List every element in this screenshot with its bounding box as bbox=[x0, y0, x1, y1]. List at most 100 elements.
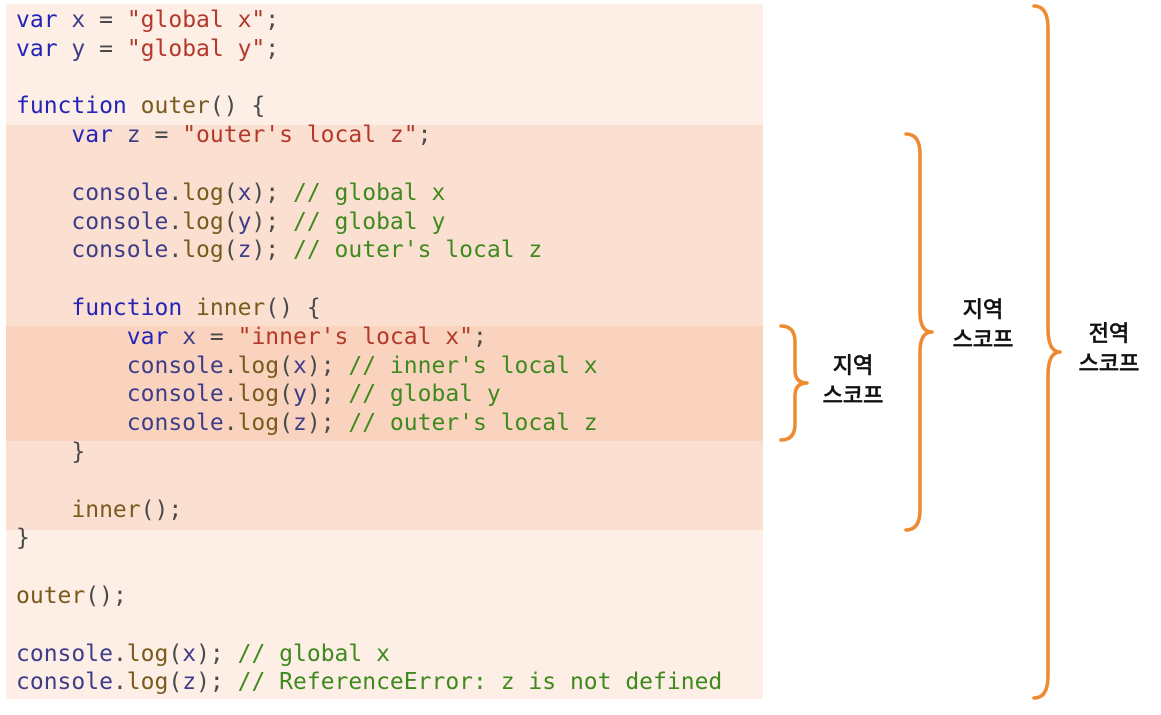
outer-scope-label: 지역 스코프 bbox=[933, 296, 1033, 356]
code-token: . bbox=[168, 179, 183, 206]
code-token: console bbox=[71, 208, 169, 235]
code-token: ( bbox=[279, 381, 293, 408]
code-token: inner bbox=[71, 496, 141, 523]
code-token: log bbox=[182, 237, 224, 264]
code-token: ); bbox=[251, 179, 293, 206]
code-line: console.log(z); // outer's local z bbox=[16, 409, 722, 438]
code-token: . bbox=[112, 640, 127, 667]
code-line: console.log(z); // outer's local z bbox=[16, 236, 722, 265]
code-token: ( bbox=[168, 669, 183, 696]
code-token: ; bbox=[265, 35, 280, 62]
code-token: inner bbox=[196, 294, 266, 321]
code-token: // global x bbox=[237, 640, 390, 667]
code-token: // global x bbox=[293, 179, 446, 206]
code-token: console bbox=[126, 381, 224, 408]
code-token: log bbox=[237, 410, 280, 437]
code-token: ( bbox=[223, 237, 238, 264]
code-line: var x = "global x"; bbox=[16, 6, 722, 35]
code-token: ); bbox=[251, 237, 293, 264]
code-token: = bbox=[85, 7, 127, 33]
code-token: } bbox=[16, 525, 30, 552]
code-token: z bbox=[237, 237, 252, 264]
code-line: inner(); bbox=[16, 496, 722, 525]
code-token: ; bbox=[417, 122, 432, 149]
code-token: z bbox=[182, 669, 197, 696]
code-token: . bbox=[223, 410, 238, 437]
code-token: log bbox=[237, 352, 280, 379]
inner-scope-label-line1: 지역 bbox=[832, 354, 874, 379]
code-token: x bbox=[182, 323, 197, 350]
code-token: () { bbox=[209, 93, 266, 120]
code-token: outer bbox=[140, 93, 210, 120]
code-token: . bbox=[223, 352, 238, 379]
code-token: "outer's local z" bbox=[182, 122, 418, 149]
code-token: = bbox=[196, 323, 238, 350]
code-token: console bbox=[71, 179, 169, 206]
code-token: "inner's local x" bbox=[237, 323, 473, 350]
code-token: . bbox=[168, 208, 183, 235]
code-token: z bbox=[292, 410, 307, 437]
code-line: console.log(y); // global y bbox=[16, 208, 722, 237]
code-token: log bbox=[126, 669, 169, 696]
code-token: ); bbox=[196, 669, 238, 696]
code-token: // ReferenceError: z is not defined bbox=[237, 669, 723, 696]
code-token: ); bbox=[251, 208, 293, 235]
code-token: ); bbox=[306, 381, 349, 408]
code-token: . bbox=[112, 669, 127, 696]
code-token: x bbox=[71, 7, 86, 33]
inner-scope-label-line2: 스코프 bbox=[822, 384, 884, 409]
code-token: console bbox=[71, 237, 169, 264]
code-token: log bbox=[237, 381, 280, 408]
code-token: log bbox=[126, 640, 169, 667]
code-line: } bbox=[16, 438, 722, 467]
code-token: y bbox=[71, 35, 86, 62]
code-token: "global y" bbox=[126, 35, 266, 62]
code-token: var bbox=[71, 122, 113, 149]
code-token: = bbox=[140, 122, 183, 149]
code-line: function outer() { bbox=[16, 92, 722, 121]
code-token: y bbox=[292, 381, 307, 408]
code-token: ); bbox=[306, 410, 349, 437]
code-token: z bbox=[126, 122, 141, 149]
code-line: } bbox=[16, 524, 722, 553]
code-token: x bbox=[182, 640, 197, 667]
code-token: ( bbox=[223, 179, 238, 206]
code-token: log bbox=[182, 208, 224, 235]
code-token: (); bbox=[85, 582, 127, 609]
code-token: var bbox=[16, 7, 58, 33]
code-token: outer bbox=[16, 582, 86, 609]
code-token: . bbox=[168, 237, 183, 264]
code-token: console bbox=[16, 640, 113, 667]
code-line: console.log(y); // global y bbox=[16, 380, 722, 409]
code-line: var y = "global y"; bbox=[16, 35, 722, 64]
code-line: var z = "outer's local z"; bbox=[16, 121, 722, 150]
code-token: // outer's local z bbox=[293, 237, 543, 264]
code-token: ; bbox=[265, 7, 280, 33]
code-token: // global y bbox=[293, 208, 446, 235]
code-token: ); bbox=[196, 640, 238, 667]
global-scope-label: 전역 스코프 bbox=[1059, 320, 1159, 380]
code-token: function bbox=[71, 294, 183, 321]
code-line: console.log(x); // inner's local x bbox=[16, 352, 722, 381]
code-token: log bbox=[182, 179, 224, 206]
code-line: outer(); bbox=[16, 582, 722, 611]
code-token: // inner's local x bbox=[348, 352, 598, 379]
code-line: var x = "inner's local x"; bbox=[16, 323, 722, 352]
code-token: ( bbox=[168, 640, 183, 667]
